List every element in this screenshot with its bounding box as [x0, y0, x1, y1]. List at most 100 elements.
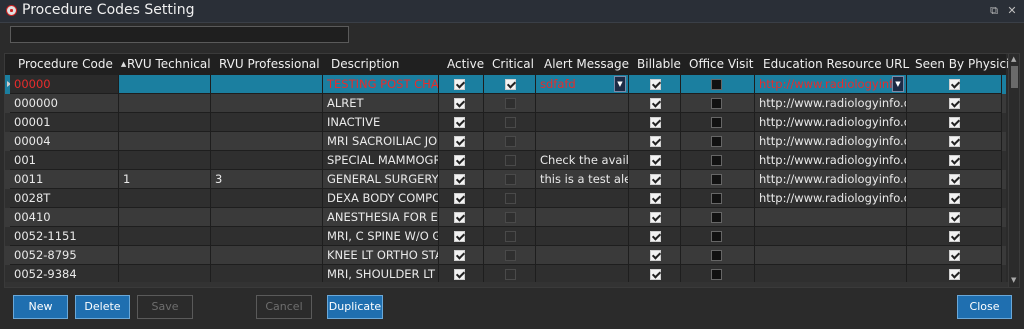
cell-edu[interactable]: http://www.radiologyinfo.org	[755, 113, 907, 132]
cell-seen[interactable]	[907, 170, 1002, 189]
cell-critical[interactable]	[484, 132, 536, 151]
checked-checkbox-billable[interactable]	[650, 231, 661, 242]
checked-checkbox-billable[interactable]	[650, 98, 661, 109]
unchecked-checkbox-office[interactable]	[711, 155, 722, 166]
cell-alert[interactable]: this is a test alert	[536, 170, 629, 189]
cell-office[interactable]	[681, 75, 755, 94]
cell-rvu_prof[interactable]	[211, 189, 323, 208]
cell-billable[interactable]	[629, 227, 681, 246]
cell-desc[interactable]: ALRET	[323, 94, 439, 113]
unchecked-checkbox-office[interactable]	[711, 117, 722, 128]
cell-alert[interactable]	[536, 113, 629, 132]
cell-alert[interactable]: Check the availab	[536, 151, 629, 170]
checked-checkbox-seen[interactable]	[949, 174, 960, 185]
table-row[interactable]: 000000 ALRET http://www.radiologyinfo.org	[5, 94, 1006, 113]
column-header-critical[interactable]: Critical	[484, 54, 536, 75]
table-row[interactable]: 0052-1151 MRI, C SPINE W/O G	[5, 227, 1006, 246]
cancel-button[interactable]: Cancel	[256, 295, 312, 319]
table-row[interactable]: 00004 MRI SACROILIAC JOI http://www.radiol…	[5, 132, 1006, 151]
cell-code[interactable]: 000000	[10, 94, 119, 113]
scroll-down-icon[interactable]: ▼	[1011, 276, 1016, 284]
cell-desc[interactable]: KNEE LT ORTHO STAI	[323, 246, 439, 265]
unchecked-checkbox-office[interactable]	[711, 174, 722, 185]
new-button[interactable]: New	[13, 295, 68, 319]
checked-checkbox-seen[interactable]	[949, 250, 960, 261]
cell-critical[interactable]	[484, 246, 536, 265]
cell-critical[interactable]	[484, 208, 536, 227]
cell-office[interactable]	[681, 170, 755, 189]
table-row[interactable]: 00001 INACTIVE http://www.radiologyinfo.or…	[5, 113, 1006, 132]
scroll-up-icon[interactable]: ▲	[1011, 55, 1016, 63]
unchecked-checkbox-critical[interactable]	[505, 155, 516, 166]
cell-rvu_tech[interactable]	[119, 94, 211, 113]
cell-office[interactable]	[681, 151, 755, 170]
cell-seen[interactable]	[907, 151, 1002, 170]
cell-rvu_tech[interactable]	[119, 113, 211, 132]
unchecked-checkbox-office[interactable]	[711, 212, 722, 223]
close-window-button[interactable]: ✕	[1004, 3, 1020, 19]
duplicate-button[interactable]: Duplicate	[327, 295, 383, 319]
cell-edu[interactable]: http://www.radiologyinfo.org	[755, 170, 907, 189]
checked-checkbox-seen[interactable]	[949, 231, 960, 242]
cell-billable[interactable]	[629, 132, 681, 151]
cell-critical[interactable]	[484, 227, 536, 246]
checked-checkbox-billable[interactable]	[650, 79, 661, 90]
cell-code[interactable]: 00004	[10, 132, 119, 151]
unchecked-checkbox-critical[interactable]	[505, 212, 516, 223]
save-button[interactable]: Save	[137, 295, 193, 319]
cell-office[interactable]	[681, 208, 755, 227]
checked-checkbox-active[interactable]	[454, 269, 465, 280]
column-header-code[interactable]: Procedure Code ▲	[10, 54, 126, 75]
cell-billable[interactable]	[629, 94, 681, 113]
search-input[interactable]	[10, 26, 349, 43]
checked-checkbox-billable[interactable]	[650, 174, 661, 185]
cell-rvu_tech[interactable]	[119, 75, 211, 94]
unchecked-checkbox-office[interactable]	[711, 79, 722, 90]
cell-rvu_tech[interactable]	[119, 151, 211, 170]
close-button[interactable]: Close	[957, 295, 1012, 319]
cell-alert[interactable]	[536, 208, 629, 227]
unchecked-checkbox-critical[interactable]	[505, 136, 516, 147]
checked-checkbox-billable[interactable]	[650, 155, 661, 166]
dropdown-arrow-icon[interactable]: ▼	[614, 76, 626, 92]
cell-office[interactable]	[681, 246, 755, 265]
cell-edu[interactable]	[755, 227, 907, 246]
cell-active[interactable]	[439, 208, 484, 227]
cell-rvu_tech[interactable]: 1	[119, 170, 211, 189]
cell-active[interactable]	[439, 227, 484, 246]
cell-code[interactable]: 0011	[10, 170, 119, 189]
cell-rvu_tech[interactable]	[119, 132, 211, 151]
unchecked-checkbox-office[interactable]	[711, 250, 722, 261]
cell-rvu_prof[interactable]	[211, 75, 323, 94]
cell-rvu_tech[interactable]	[119, 208, 211, 227]
cell-billable[interactable]	[629, 189, 681, 208]
cell-seen[interactable]	[907, 113, 1002, 132]
checked-checkbox-billable[interactable]	[650, 250, 661, 261]
cell-desc[interactable]: INACTIVE	[323, 113, 439, 132]
cell-alert[interactable]	[536, 189, 629, 208]
cell-critical[interactable]	[484, 189, 536, 208]
checked-checkbox-active[interactable]	[454, 155, 465, 166]
cell-rvu_prof[interactable]	[211, 208, 323, 227]
delete-button[interactable]: Delete	[75, 295, 130, 319]
cell-office[interactable]	[681, 189, 755, 208]
cell-rvu_prof[interactable]	[211, 227, 323, 246]
checked-checkbox-seen[interactable]	[949, 136, 960, 147]
cell-edu[interactable]: http://www.radiologyinfo.org	[755, 94, 907, 113]
cell-desc[interactable]: DEXA BODY COMPOS	[323, 189, 439, 208]
cell-critical[interactable]	[484, 113, 536, 132]
cell-alert[interactable]: sdfafd ▼	[536, 75, 629, 94]
cell-billable[interactable]	[629, 246, 681, 265]
unchecked-checkbox-critical[interactable]	[505, 269, 516, 280]
checked-checkbox-seen[interactable]	[949, 193, 960, 204]
checked-checkbox-seen[interactable]	[949, 155, 960, 166]
cell-billable[interactable]	[629, 75, 681, 94]
cell-desc[interactable]: GENERAL SURGERY	[323, 170, 439, 189]
cell-edu[interactable]: http://www.radiologyinfo.org	[755, 189, 907, 208]
cell-code[interactable]: 001	[10, 151, 119, 170]
checked-checkbox-billable[interactable]	[650, 117, 661, 128]
checked-checkbox-active[interactable]	[454, 212, 465, 223]
cell-rvu_prof[interactable]: 3	[211, 170, 323, 189]
table-row[interactable]: 001 SPECIAL MAMMOGR Check the availab http:…	[5, 151, 1006, 170]
cell-code[interactable]: 0052-1151	[10, 227, 119, 246]
